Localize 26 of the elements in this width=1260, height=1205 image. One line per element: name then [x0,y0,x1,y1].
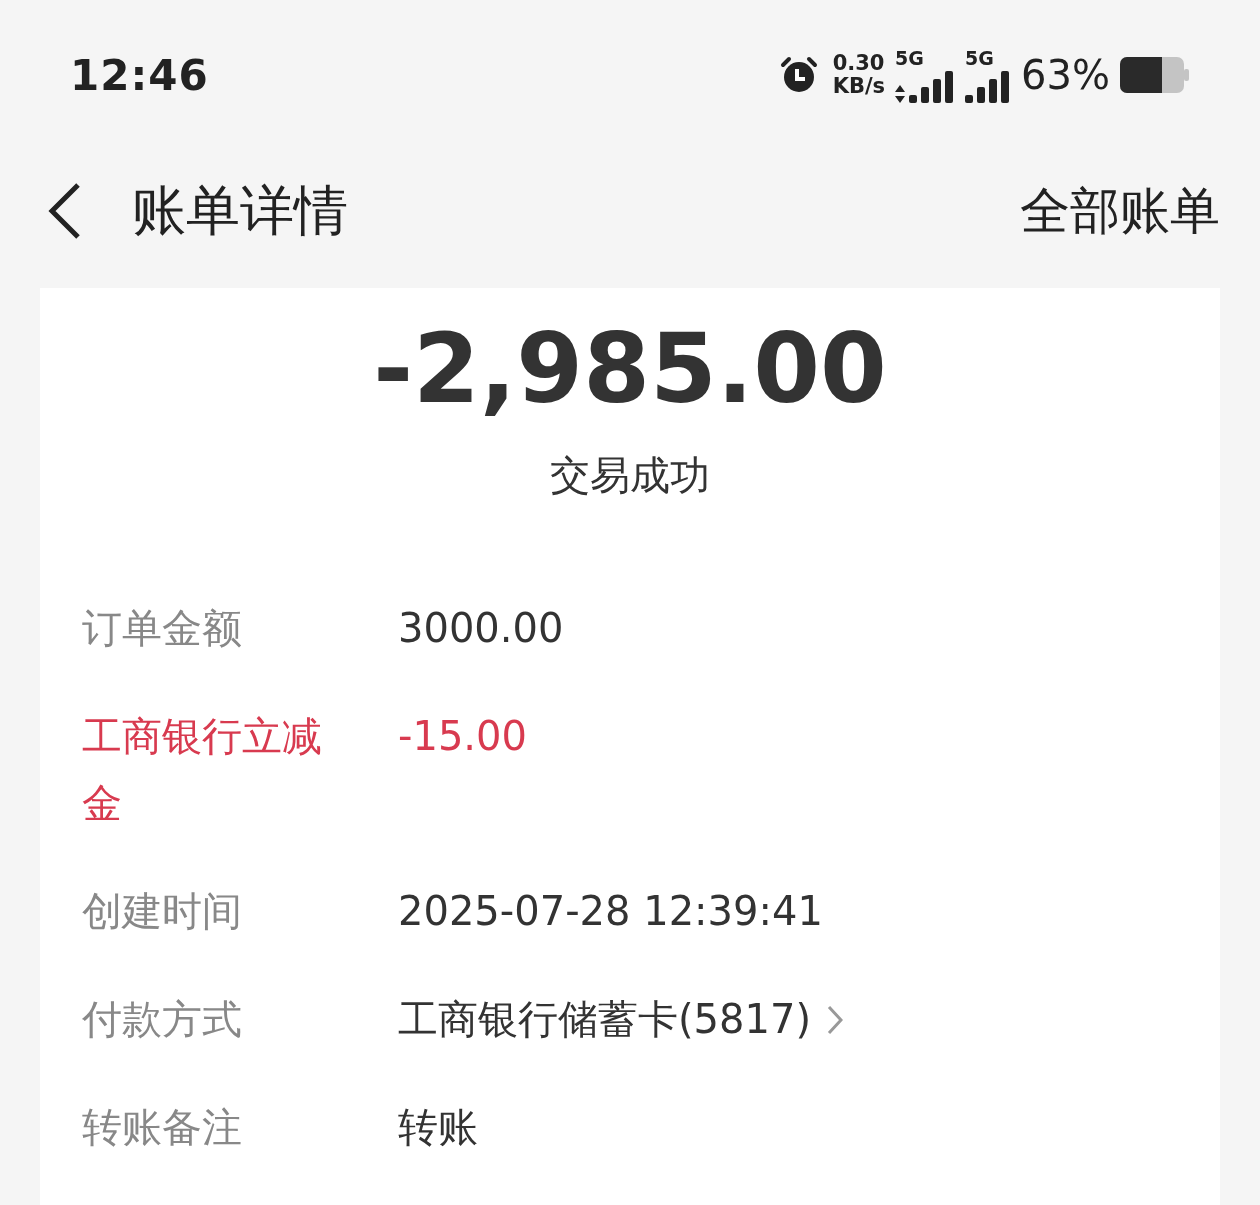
signal-icon [965,69,1012,103]
detail-value: -15.00 [398,712,527,761]
detail-label: 工商银行立减金 [82,712,323,828]
all-bills-link[interactable]: 全部账单 [1020,177,1220,245]
detail-value: 转账 [398,1103,478,1152]
network-speed: KB/s [832,75,886,98]
detail-label: 创建时间 [82,887,243,936]
detail-value: 3000.00 [398,604,564,653]
battery-icon [1120,57,1190,93]
detail-label: 转账备注 [82,1103,243,1152]
payment-method-link[interactable]: 工商银行储蓄卡(5817) [398,986,843,1053]
status-time: 12:46 [70,50,209,100]
chevron-right-icon [827,1004,843,1035]
network-type: 5G [895,47,924,69]
detail-value: 2025-07-28 12:39:41 [398,887,823,936]
network-type: 5G [965,47,994,69]
detail-label: 订单金额 [82,604,243,653]
signal-icon [909,69,956,103]
data-arrows-icon [895,85,906,103]
transaction-status: 交易成功 [549,451,711,500]
detail-label: 付款方式 [82,995,243,1044]
alarm-clock-icon [778,55,819,95]
network-speed: 0.30 [832,52,886,75]
transaction-amount: -2,985.00 [372,314,888,424]
page-title: 账单详情 [132,177,348,244]
battery-percentage: 63% [1021,52,1110,98]
